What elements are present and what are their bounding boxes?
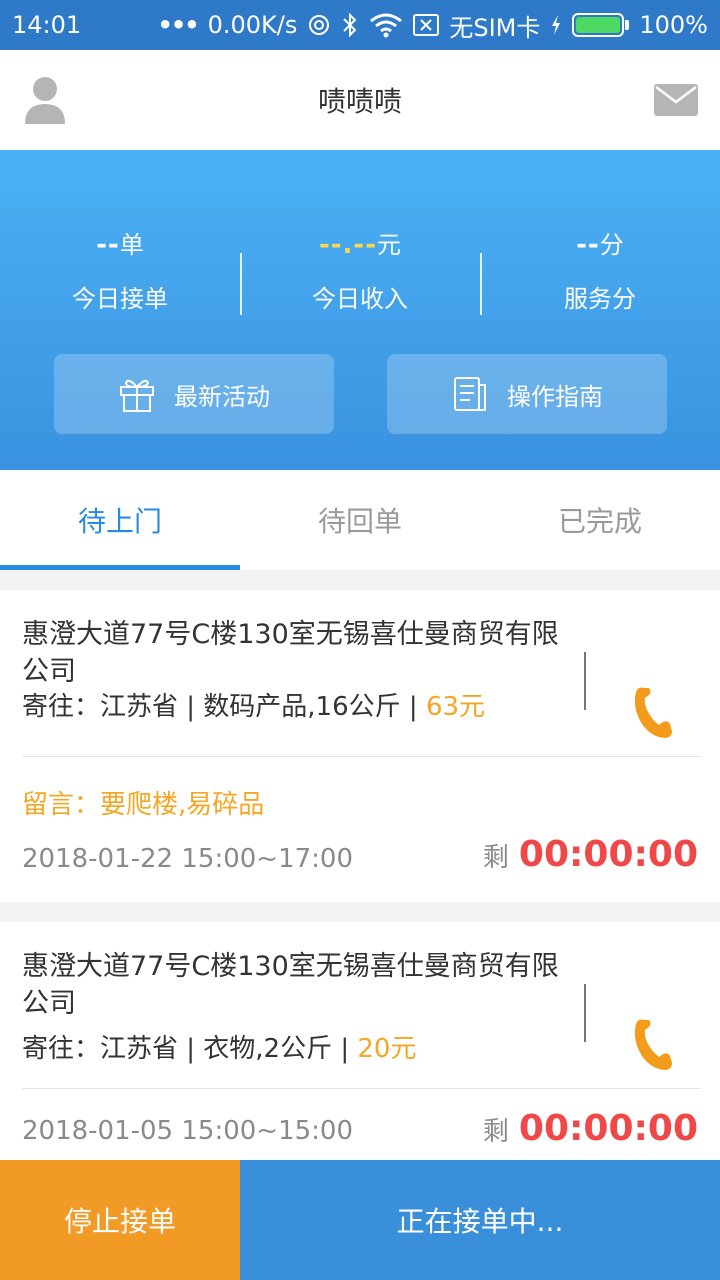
remaining-label: 剩: [482, 1117, 509, 1147]
order-info: 寄往：江苏省 | 衣物,2公斤 | 20元: [22, 1034, 417, 1064]
stat-orders: --单 今日接单: [0, 225, 240, 315]
dots-icon: •••: [157, 11, 200, 39]
order-price: 63元: [425, 692, 486, 722]
bluetooth-icon: [343, 12, 357, 38]
taking-orders-button[interactable]: 正在接单中...: [240, 1160, 720, 1280]
phone-icon[interactable]: [630, 1016, 674, 1072]
action-buttons: 最新活动 操作指南: [54, 354, 667, 434]
order-date: 2018-01-22 15:00~17:00: [22, 844, 354, 874]
order-card[interactable]: 惠澄大道77号C楼130室无锡喜仕曼商贸有限公司 寄往：江苏省 | 衣物,2公斤…: [0, 922, 720, 1160]
wifi-icon: [370, 13, 403, 38]
divider: [584, 652, 586, 710]
status-time: 14:01: [12, 11, 82, 39]
tab-pending-pickup[interactable]: 待上门: [0, 470, 240, 570]
battery-percent: 100%: [639, 11, 708, 39]
phone-icon[interactable]: [630, 684, 674, 740]
no-sim-icon: [413, 14, 440, 36]
remaining-time: 剩 00:00:00: [483, 1108, 698, 1149]
operation-guide-label: 操作指南: [507, 382, 603, 411]
stop-taking-orders-button[interactable]: 停止接单: [0, 1160, 240, 1280]
avatar-icon[interactable]: [24, 74, 66, 126]
latest-activity-button[interactable]: 最新活动: [54, 354, 334, 434]
battery-icon: [572, 13, 630, 37]
order-address: 惠澄大道77号C楼130室无锡喜仕曼商贸有限公司: [22, 951, 559, 1019]
mail-icon[interactable]: [654, 84, 698, 116]
remaining-countdown: 00:00:00: [518, 1108, 698, 1149]
stat-score-label: 服务分: [564, 285, 636, 313]
order-tabs: 待上门 待回单 已完成: [0, 470, 720, 570]
tab-pending-return[interactable]: 待回单: [240, 470, 480, 570]
stat-income-value: --.--元: [318, 230, 402, 260]
stat-score-value: --分: [576, 230, 624, 260]
sim-status: 无SIM卡: [449, 13, 541, 42]
bottom-bar: 停止接单 正在接单中...: [0, 1160, 720, 1280]
remaining-countdown: 00:00:00: [518, 834, 698, 875]
charging-icon: [552, 15, 561, 35]
order-info: 寄往：江苏省 | 数码产品,16公斤 | 63元: [22, 692, 486, 722]
divider: [584, 984, 586, 1042]
stat-orders-label: 今日接单: [72, 285, 168, 313]
network-speed: 0.00K/s: [207, 11, 298, 39]
order-date: 2018-01-05 15:00~15:00: [22, 1116, 354, 1146]
stat-income: --.--元 今日收入: [240, 225, 480, 315]
operation-guide-button[interactable]: 操作指南: [387, 354, 667, 434]
remaining-time: 剩 00:00:00: [483, 834, 698, 875]
page-title: 啧啧啧: [317, 85, 402, 118]
stats-row: --单 今日接单 --.--元 今日收入 --分 服务分: [0, 225, 720, 315]
stat-income-label: 今日收入: [312, 285, 408, 313]
separator: [22, 1088, 700, 1089]
gift-icon: [120, 379, 154, 412]
stat-orders-value: --单: [96, 230, 144, 260]
status-right: ••• 0.00K/s 无SIM卡 100%: [158, 8, 708, 43]
order-card[interactable]: 惠澄大道77号C楼130室无锡喜仕曼商贸有限公司 寄往：江苏省 | 数码产品,1…: [0, 590, 720, 902]
order-price: 20元: [357, 1034, 417, 1064]
sync-icon: [309, 15, 330, 35]
document-icon: [454, 377, 486, 411]
order-address: 惠澄大道77号C楼130室无锡喜仕曼商贸有限公司: [22, 619, 559, 687]
separator: [22, 756, 700, 757]
remaining-label: 剩: [482, 843, 509, 873]
status-bar: 14:01 ••• 0.00K/s 无SIM卡 100%: [0, 0, 720, 50]
latest-activity-label: 最新活动: [174, 382, 270, 411]
order-note: 留言：要爬楼,易碎品: [22, 790, 265, 820]
tab-completed[interactable]: 已完成: [480, 470, 720, 570]
app-header: 啧啧啧: [0, 50, 720, 150]
summary-panel: --单 今日接单 --.--元 今日收入 --分 服务分 最新活动 操作指南: [0, 150, 720, 470]
stat-score: --分 服务分: [480, 225, 720, 315]
